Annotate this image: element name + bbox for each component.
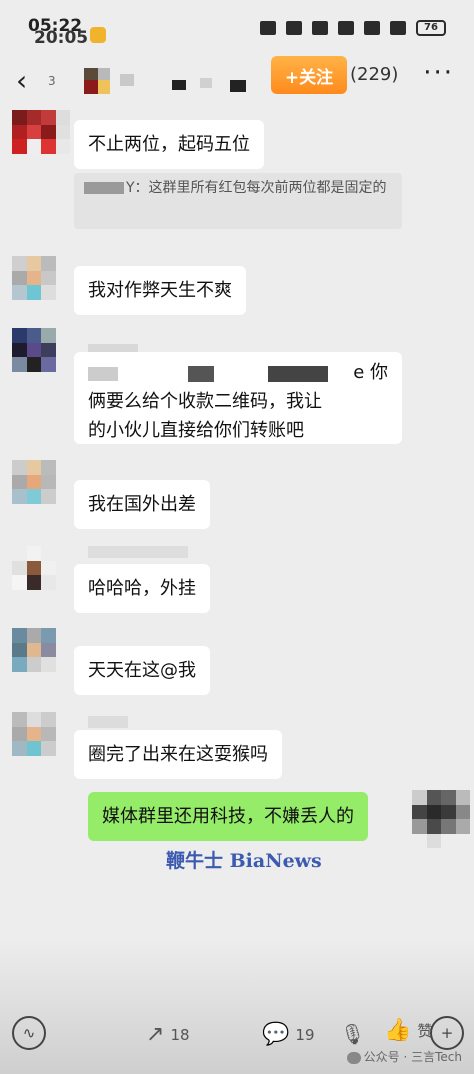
message-bubble[interactable]: 哈哈哈，外挂 [74,564,210,613]
battery-icon: 76 [416,20,446,36]
plus-icon: + [430,1016,464,1050]
message-bubble[interactable]: 圈完了出来在这耍猴吗 [74,730,282,779]
watermark: 鞭牛士 BiaNews [166,850,322,872]
comment-icon: 💬 [262,1022,290,1047]
blurred-text [268,366,328,382]
wifi-icon [364,21,380,35]
avatar[interactable] [12,712,70,770]
waveform-icon: ∿ [12,1016,46,1050]
self-message-bubble[interactable]: 媒体群里还用科技，不嫌丢人的 [88,792,368,841]
blurred-text [188,366,214,382]
avatar[interactable] [12,110,70,168]
nfc-icon [260,21,276,35]
message-bubble[interactable]: 不止两位，起码五位 [74,120,264,169]
signal-icon [390,21,406,35]
follow-button[interactable]: +关注 [271,56,347,94]
avatar[interactable] [12,628,70,686]
blurred-sender-name [88,716,128,728]
blurred-group-name [84,68,246,94]
share-count: 18 [170,1025,190,1044]
back-arrow-icon[interactable]: ‹ [16,64,27,97]
voice-button[interactable]: ∿ [12,1016,46,1050]
quoted-text: Y：这群里所有红包每次前两位都是固定的 [126,180,387,196]
mic-button[interactable]: 🎙 [340,1022,365,1046]
microphone-icon: 🎙 [340,1022,366,1046]
quoted-message[interactable]: Y：这群里所有红包每次前两位都是固定的 [74,173,402,229]
avatar[interactable] [12,460,70,518]
blurred-quoted-name [84,182,124,194]
message-bubble[interactable]: 我对作弊天生不爽 [74,266,246,315]
unread-count: 3 [48,74,56,88]
comment-count: 19 [295,1025,315,1044]
avatar[interactable] [12,256,70,314]
share-icon: ↗ [146,1022,165,1047]
blurred-text [88,367,118,381]
status-icons: 76 [260,20,446,36]
status-bar: 05:22 20:05 76 [0,0,474,50]
chat-header: ‹ 3 +关注 (229) ··· [0,50,474,110]
blurred-sender-name [88,546,188,558]
bluetooth-icon [286,21,302,35]
wechat-icon [346,1051,361,1064]
member-count: (229) [350,64,399,85]
more-options-icon[interactable]: ··· [423,58,454,88]
status-time-secondary: 20:05 [34,28,89,48]
credit-label: 公众号 · 三言Tech [346,1048,462,1065]
share-button[interactable]: ↗ 18 [146,1022,190,1047]
mute-icon [338,21,354,35]
thumbs-up-icon: 👍 [384,1018,412,1043]
app-notification-icon [90,27,106,43]
add-button[interactable]: + [430,1016,464,1050]
self-avatar[interactable] [412,790,470,848]
message-bubble[interactable]: e 你 俩要么给个收款二维码，我让 的小伙儿直接给你们转账吧 [74,352,402,444]
like-button[interactable]: 👍 赞 [384,1018,432,1043]
comment-button[interactable]: 💬 19 [262,1022,315,1047]
location-icon [312,21,328,35]
message-bubble[interactable]: 天天在这@我 [74,646,210,695]
avatar[interactable] [12,328,70,386]
message-bubble[interactable]: 我在国外出差 [74,480,210,529]
avatar[interactable] [12,546,70,604]
